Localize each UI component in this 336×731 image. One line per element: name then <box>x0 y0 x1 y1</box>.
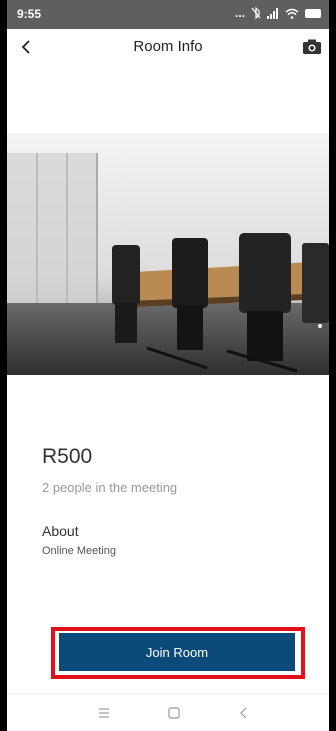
status-time: 9:55 <box>17 7 42 21</box>
wifi-icon <box>285 8 299 19</box>
join-room-button[interactable]: Join Room <box>59 633 295 671</box>
menu-icon[interactable] <box>96 705 112 721</box>
about-value: Online Meeting <box>42 545 116 557</box>
room-name: R500 <box>42 445 93 468</box>
home-icon[interactable] <box>166 705 182 721</box>
status-icons: ... <box>235 5 321 21</box>
mute-icon <box>251 7 261 19</box>
back-icon[interactable] <box>236 705 252 721</box>
header: Room Info <box>7 29 329 65</box>
page-title: Room Info <box>133 38 203 55</box>
room-photo <box>7 133 329 375</box>
status-bar: 9:55 ... <box>7 0 329 29</box>
navigation-bar <box>7 693 329 731</box>
battery-icon <box>305 8 321 18</box>
dots-indicator: ... <box>234 6 245 20</box>
camera-icon[interactable] <box>301 38 323 56</box>
room-participants: 2 people in the meeting <box>42 480 178 495</box>
phone-screen: 9:55 ... Room Info R500 2 people in the … <box>7 0 329 731</box>
about-label: About <box>42 523 79 539</box>
signal-icon <box>267 7 278 19</box>
